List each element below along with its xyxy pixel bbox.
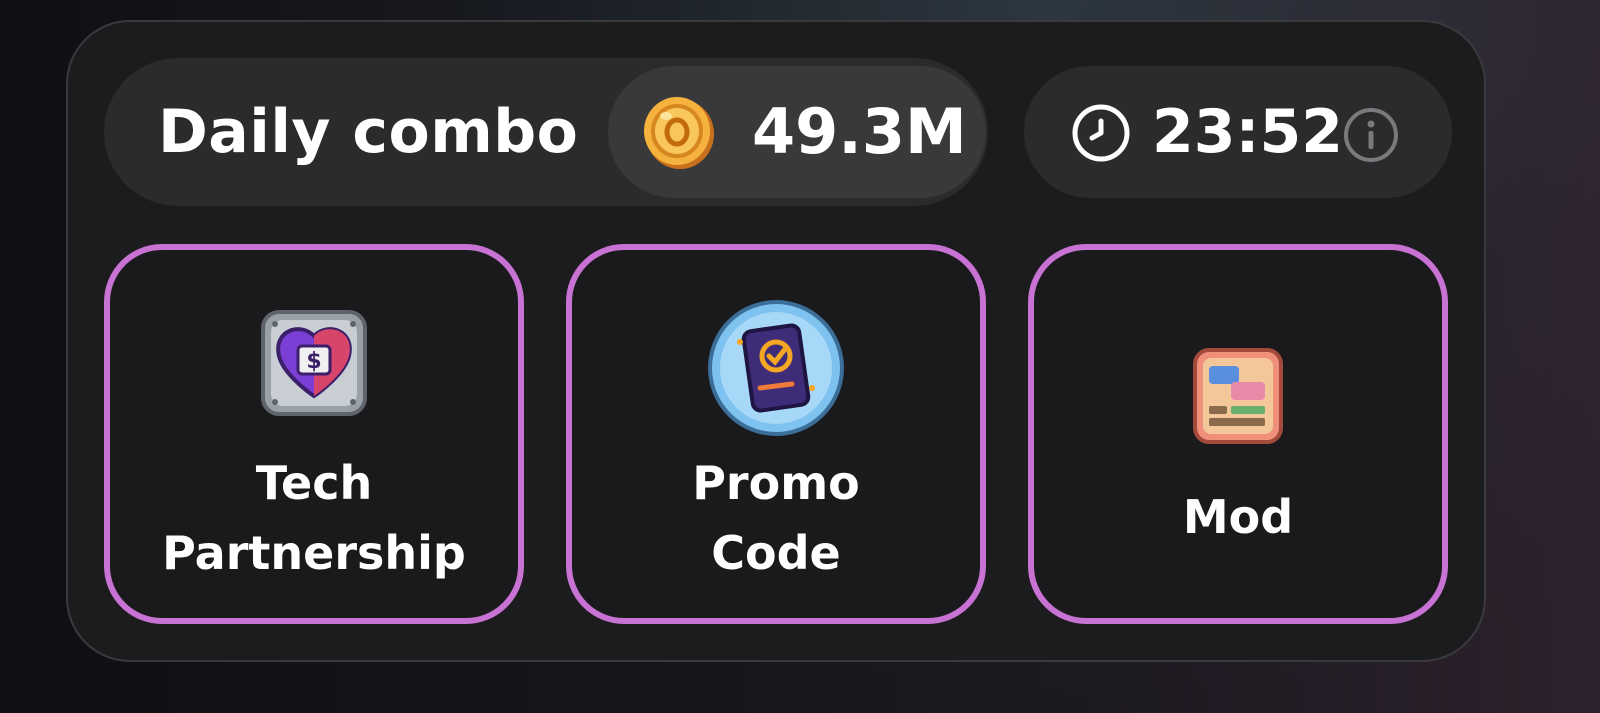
combo-card-label: Promo Code: [692, 456, 860, 580]
mod-icon: [1193, 348, 1283, 444]
combo-card-promo-code[interactable]: Promo Code: [566, 244, 986, 624]
combo-card-label: Tech Partnership: [162, 456, 466, 580]
combo-card-mod[interactable]: Mod: [1028, 244, 1448, 624]
clock-icon: [1072, 104, 1130, 162]
combo-card-tech-partnership[interactable]: $ Tech Partnership: [104, 244, 524, 624]
reward-amount: 49.3M: [752, 95, 967, 168]
tech-partnership-icon: $: [261, 310, 367, 416]
daily-combo-title: Daily combo: [158, 97, 579, 167]
promo-code-icon: [708, 300, 844, 436]
info-icon[interactable]: [1342, 106, 1400, 164]
svg-text:$: $: [306, 349, 321, 374]
countdown-timer: 23:52: [1152, 97, 1343, 167]
coin-icon: [644, 97, 714, 169]
combo-card-label: Mod: [1182, 490, 1294, 544]
